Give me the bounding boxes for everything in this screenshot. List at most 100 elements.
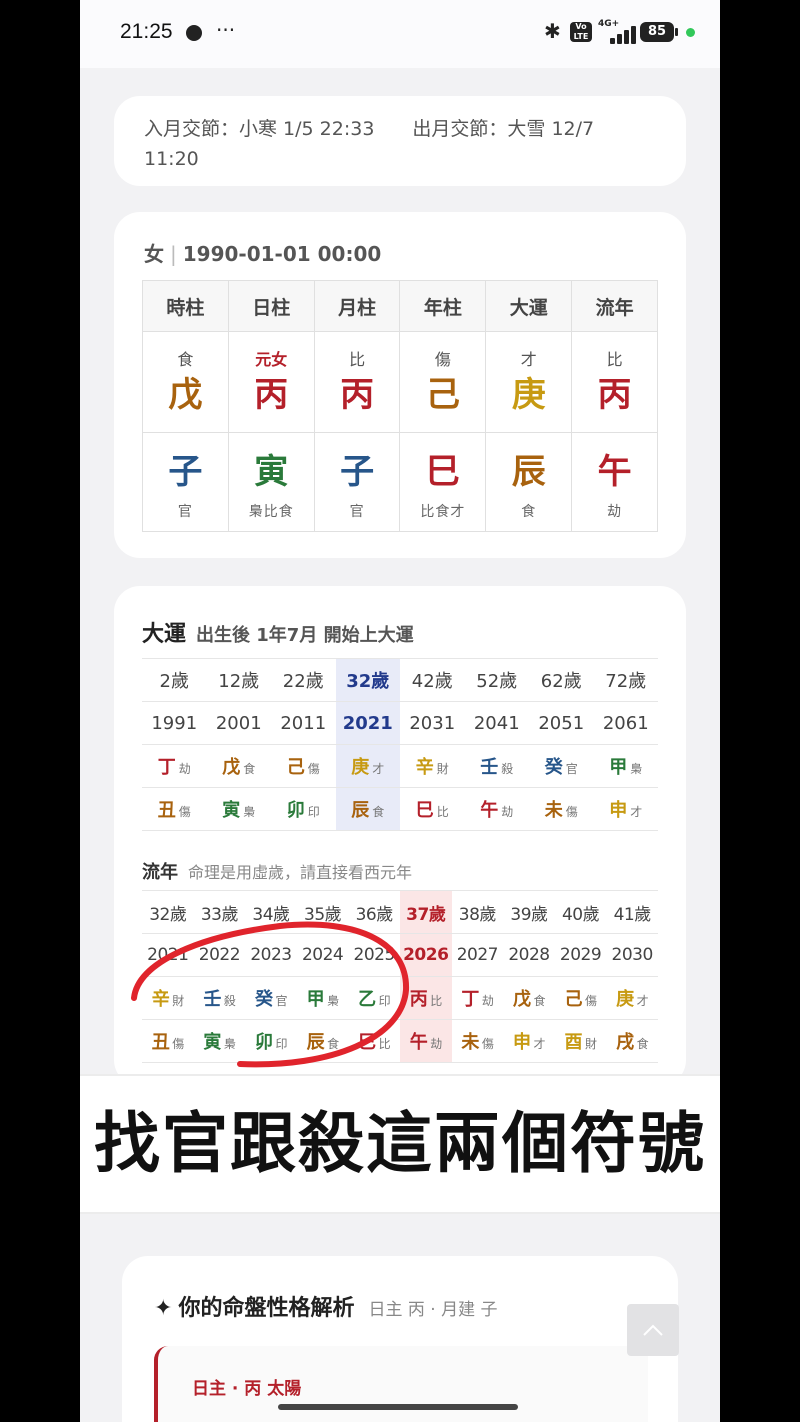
stem-char: 丙 <box>409 989 428 1010</box>
heavenly-stem: 庚 <box>511 375 546 415</box>
status-bar: 21:25 ··· ✱ Vo LTE 4G+ 85 <box>80 0 720 68</box>
sparkle-icon: ✦ <box>154 1296 173 1321</box>
liunian-age-cell: 34歲 <box>245 890 297 934</box>
phone-screen: 21:25 ··· ✱ Vo LTE 4G+ 85 入月交節：小寒 1/5 22… <box>80 0 720 1422</box>
liunian-year-cell: 2027 <box>451 933 504 977</box>
dayun-age-cell: 52歲 <box>464 658 529 702</box>
analysis-title: 你的命盤性格解析 <box>178 1296 355 1321</box>
ten-god-label: 傷 <box>434 350 451 369</box>
branch-char: 巳 <box>358 1032 376 1053</box>
ten-god-label: 食 <box>533 994 545 1008</box>
status-time: 21:25 <box>120 20 173 43</box>
video-caption: 找官跟殺這兩個符號 <box>80 1076 720 1212</box>
jieqi-in: 入月交節：小寒 1/5 22:33 <box>144 118 375 140</box>
bazi-header-row: 時柱 日柱 月柱 年柱 大運 流年 <box>142 280 658 332</box>
ten-god-label: 印 <box>307 805 320 819</box>
liunian-stem-cell: 壬殺 <box>193 976 246 1020</box>
jieqi-card: 入月交節：小寒 1/5 22:33 出月交節：大雪 12/7 11:20 <box>114 96 686 186</box>
ten-god-label: 才 <box>533 1037 545 1051</box>
liunian-age-cell: 38歲 <box>451 890 504 934</box>
ten-god-label: 比 <box>349 350 366 369</box>
dayun-year-cell: 2001 <box>206 701 271 745</box>
branch-cell: 辰食 <box>485 432 573 532</box>
ten-god-label: 食 <box>177 350 194 369</box>
day-master-label: 日主 · 丙 太陽 <box>192 1379 302 1399</box>
bazi-card: 女 | 1990-01-01 00:00 時柱 日柱 月柱 年柱 大運 流年 食戊 … <box>114 212 686 558</box>
branch-cell: 巳比食才 <box>399 432 487 532</box>
dayun-age-cell: 32歲 <box>335 658 400 702</box>
battery-cap <box>675 28 678 36</box>
stem-char: 庚 <box>616 989 634 1010</box>
dayun-stem-cell: 壬殺 <box>464 744 529 788</box>
ten-god-label: 印 <box>378 994 391 1008</box>
branch-char: 戌 <box>616 1032 634 1053</box>
branch-char: 辰 <box>351 800 370 821</box>
ten-god-label: 財 <box>585 1037 597 1051</box>
liunian-stem-cell: 甲梟 <box>296 976 349 1020</box>
earthly-branch: 巳 <box>425 452 460 492</box>
gender: 女 <box>144 242 164 266</box>
earthly-branch: 寅 <box>254 452 289 492</box>
heavenly-stem: 丙 <box>254 375 289 415</box>
ten-god-label: 傷 <box>307 762 320 776</box>
liunian-table: 32歲 33歲 34歲 35歲 36歲 37歲 38歲 39歲 40歲 41歲 2021 2022 20… <box>142 890 658 1063</box>
liunian-ages-row: 32歲 33歲 34歲 35歲 36歲 37歲 38歲 39歲 40歲 41歲 <box>142 890 658 934</box>
dayun-branch-cell: 丑傷 <box>142 787 207 831</box>
branch-cell: 子官 <box>313 432 401 532</box>
branch-char: 申 <box>609 800 628 821</box>
bazi-table: 時柱 日柱 月柱 年柱 大運 流年 食戊 元女丙 比丙 傷己 才庚 比丙 子官 … <box>142 280 658 532</box>
stem-cell: 元女丙 <box>227 331 315 433</box>
ten-god-label: 劫 <box>481 994 494 1008</box>
bazi-header: 月柱 <box>313 280 401 332</box>
stem-cell: 比丙 <box>571 331 658 433</box>
dayun-branch-cell: 巳比 <box>400 787 465 831</box>
privacy-indicator-icon <box>686 28 695 37</box>
ten-god-label: 殺 <box>501 762 514 776</box>
liunian-branch-cell: 寅梟 <box>193 1019 246 1063</box>
ten-god-label: 劫 <box>501 805 514 819</box>
branch-char: 丑 <box>151 1032 170 1053</box>
branch-char: 辰 <box>306 1032 325 1053</box>
dayun-age-cell: 62歲 <box>529 658 594 702</box>
heavenly-stem: 戊 <box>168 375 203 415</box>
liunian-title: 流年 <box>142 862 178 883</box>
stem-char: 癸 <box>544 757 563 778</box>
scroll-to-top-button[interactable] <box>627 1304 679 1356</box>
branch-char: 申 <box>512 1032 531 1053</box>
home-indicator[interactable] <box>278 1404 518 1410</box>
stem-char: 丁 <box>157 757 176 778</box>
hidden-stems: 梟比食 <box>248 504 294 520</box>
liunian-age-cell: 39歲 <box>503 890 555 934</box>
hidden-stems: 食 <box>521 504 537 520</box>
liunian-stem-cell: 庚才 <box>606 976 658 1020</box>
ten-god-label: 官 <box>275 994 287 1008</box>
chevron-up-icon <box>643 1324 663 1336</box>
ten-god-label: 才 <box>520 350 537 369</box>
stem-char: 己 <box>286 757 305 778</box>
branch-cell: 子官 <box>142 432 229 532</box>
bazi-branch-row: 子官 寅梟比食 子官 巳比食才 辰食 午劫 <box>142 432 658 532</box>
ten-god-label: 傷 <box>585 994 597 1008</box>
ten-god-label: 傷 <box>172 1037 184 1051</box>
stem-char: 戊 <box>222 757 241 778</box>
hidden-stems: 比食才 <box>420 504 466 520</box>
ten-god-label: 傷 <box>178 805 191 819</box>
luck-card: 大運 出生後 1年7月 開始上大運 2歲 12歲 22歲 32歲 42歲 52歲 62歲 72歲… <box>114 586 686 1086</box>
ten-god-label: 元女 <box>255 350 288 369</box>
hidden-stems: 官 <box>177 504 193 520</box>
person-separator: | <box>170 242 177 266</box>
heavenly-stem: 丙 <box>597 375 632 415</box>
liunian-branch-cell: 戌食 <box>606 1019 658 1063</box>
dayun-branch-cell: 午劫 <box>464 787 529 831</box>
liunian-stem-cell: 癸官 <box>245 976 297 1020</box>
ten-god-label: 才 <box>372 762 385 776</box>
liunian-year-cell: 2023 <box>245 933 297 977</box>
liunian-branch-cell: 未傷 <box>451 1019 504 1063</box>
liunian-age-cell: 41歲 <box>606 890 658 934</box>
dayun-branch-cell: 卯印 <box>271 787 336 831</box>
liunian-age-cell: 36歲 <box>348 890 400 934</box>
stem-char: 己 <box>564 989 583 1010</box>
dayun-year-cell: 1991 <box>142 701 207 745</box>
branch-char: 卯 <box>286 800 305 821</box>
stem-char: 甲 <box>609 757 628 778</box>
